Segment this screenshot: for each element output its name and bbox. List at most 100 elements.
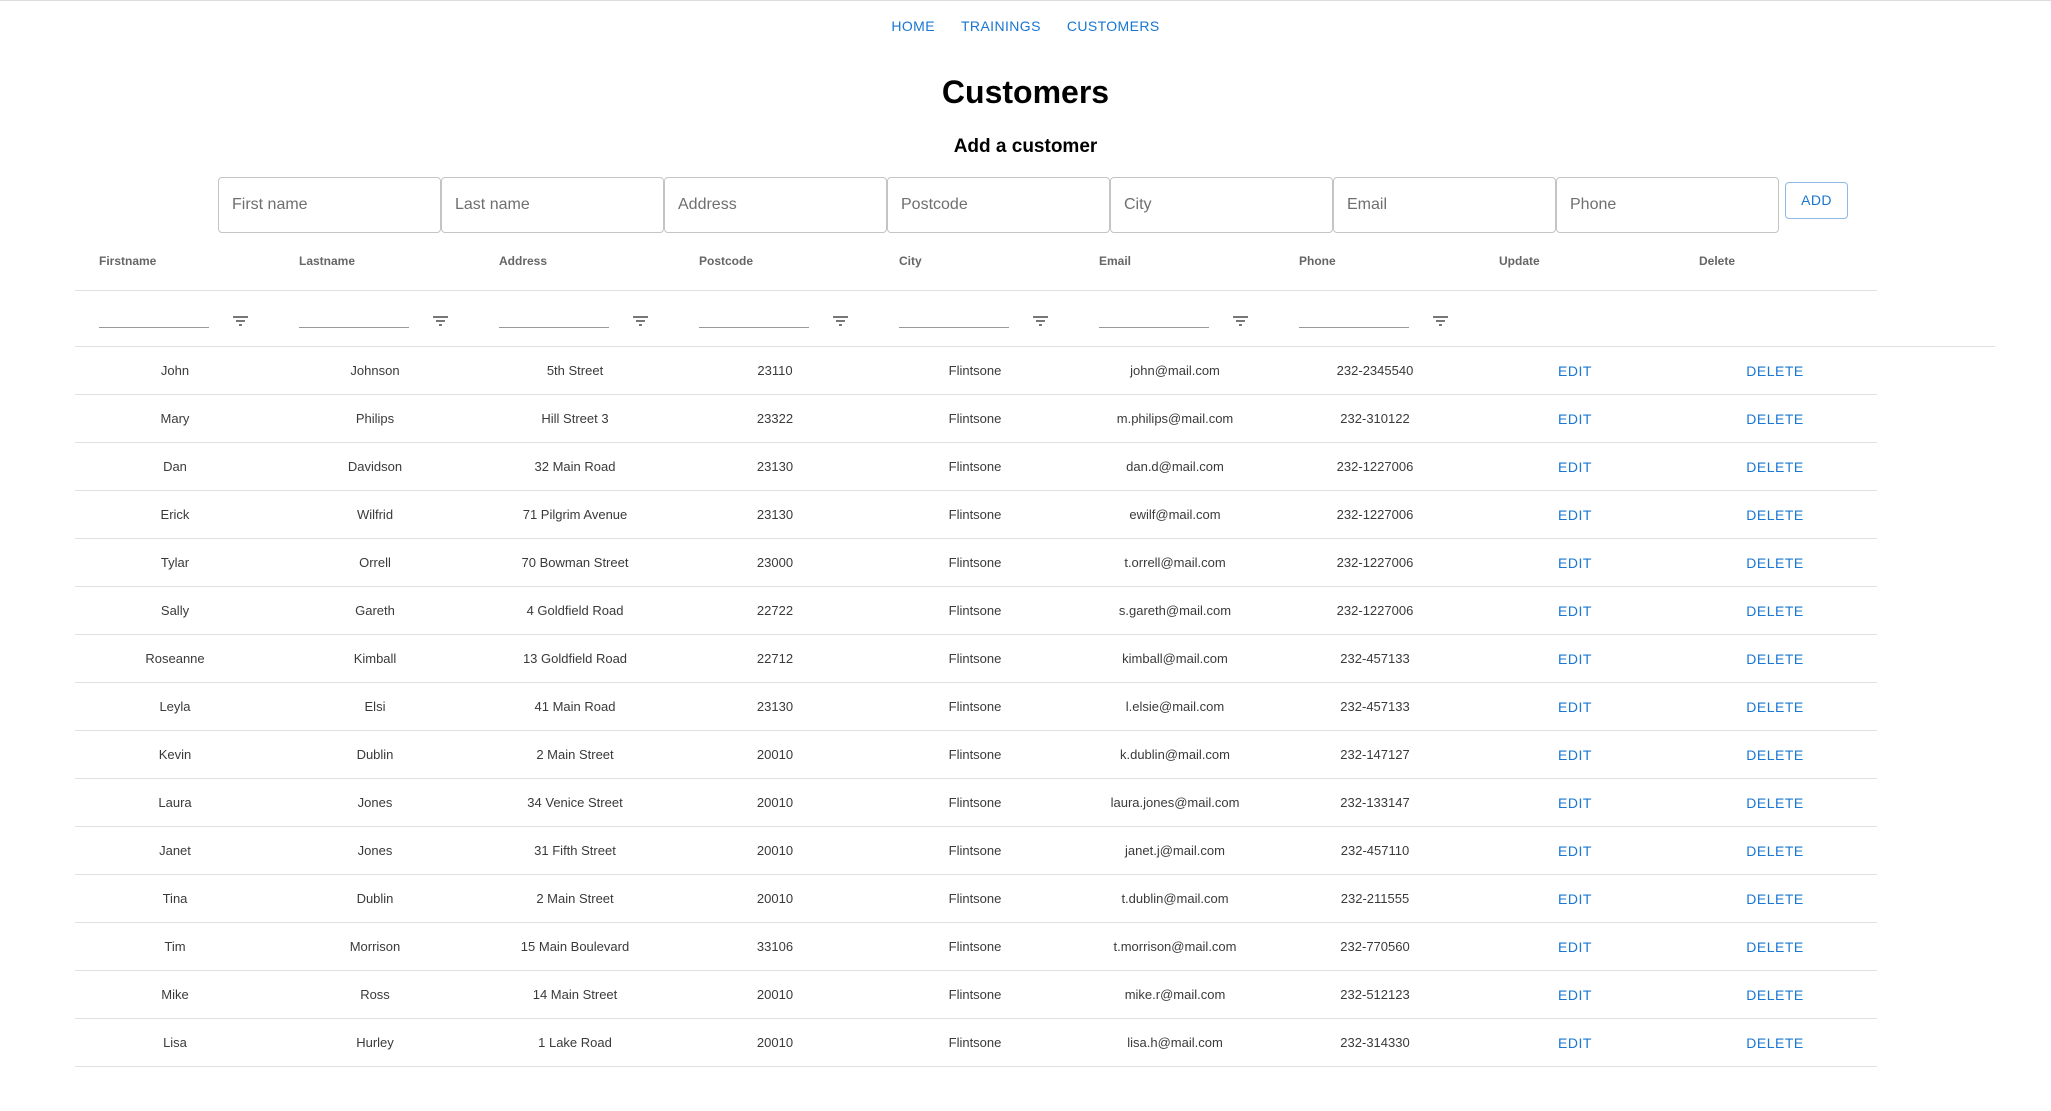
filter-input[interactable] [299,327,409,328]
edit-button[interactable]: EDIT [1475,1019,1675,1066]
delete-button[interactable]: DELETE [1675,875,1875,922]
filter-input[interactable] [1299,327,1409,328]
cell-phone: 232-314330 [1340,1035,1410,1050]
nav-trainings-link[interactable]: TRAININGS [961,14,1041,38]
cell-email: t.orrell@mail.com [1124,555,1226,570]
delete-button[interactable]: DELETE [1675,1019,1875,1066]
last-name-input[interactable] [441,177,664,233]
filter-icon[interactable] [433,316,448,327]
cell-email: lisa.h@mail.com [1127,1035,1223,1050]
filter-icon[interactable] [833,316,848,327]
cell-lastname: Dublin [356,747,394,762]
column-header-phone[interactable]: Phone [1275,240,1475,290]
delete-button[interactable]: DELETE [1675,347,1875,394]
edit-button[interactable]: EDIT [1475,731,1675,778]
table-row: Tylar Orrell 70 Bowman Street 23000 Flintson… [75,539,1877,587]
table-body: John Johnson 5th Street 23110 Flintsone john@… [75,347,1877,1067]
edit-button[interactable]: EDIT [1475,779,1675,826]
edit-button[interactable]: EDIT [1475,683,1675,730]
edit-button[interactable]: EDIT [1475,971,1675,1018]
delete-button[interactable]: DELETE [1675,779,1875,826]
cell-firstname: Erick [160,507,190,522]
edit-button[interactable]: EDIT [1475,923,1675,970]
column-header-address[interactable]: Address [475,240,675,290]
filter-input[interactable] [1099,327,1209,328]
filter-input[interactable] [499,327,609,328]
filter-icon[interactable] [1033,316,1048,327]
cell-postcode: 20010 [756,891,794,906]
edit-button[interactable]: EDIT [1475,587,1675,634]
cell-firstname: Lisa [163,1035,187,1050]
postcode-input[interactable] [887,177,1110,233]
top-border [0,0,2051,1]
delete-button[interactable]: DELETE [1675,587,1875,634]
delete-button[interactable]: DELETE [1675,443,1875,490]
cell-phone: 232-770560 [1340,939,1410,954]
column-header-delete[interactable]: Delete [1675,240,1875,290]
cell-firstname: Laura [158,795,192,810]
delete-button[interactable]: DELETE [1675,827,1875,874]
cell-email: t.morrison@mail.com [1113,939,1237,954]
cell-firstname: Mike [161,987,189,1002]
delete-button[interactable]: DELETE [1675,539,1875,586]
cell-city: Flintsone [948,795,1002,810]
filter-input[interactable] [99,327,209,328]
edit-button[interactable]: EDIT [1475,395,1675,442]
filter-icon[interactable] [233,316,248,327]
cell-lastname: Davidson [347,459,403,474]
cell-email: s.gareth@mail.com [1118,603,1232,618]
cell-address: 71 Pilgrim Avenue [522,507,628,522]
column-header-email[interactable]: Email [1075,240,1275,290]
delete-button[interactable]: DELETE [1675,923,1875,970]
edit-button[interactable]: EDIT [1475,347,1675,394]
filter-phone [1275,291,1475,346]
edit-button[interactable]: EDIT [1475,539,1675,586]
cell-lastname: Kimball [353,651,397,666]
cell-postcode: 20010 [756,1035,794,1050]
address-input[interactable] [664,177,887,233]
cell-firstname: Janet [159,843,191,858]
filter-icon[interactable] [1433,316,1448,327]
cell-postcode: 20010 [756,795,794,810]
nav-customers-link[interactable]: CUSTOMERS [1067,14,1160,38]
cell-firstname: Tim [164,939,186,954]
table-row: Roseanne Kimball 13 Goldfield Road 22712 Fli… [75,635,1877,683]
nav-home-link[interactable]: HOME [891,14,935,38]
column-header-update[interactable]: Update [1475,240,1675,290]
delete-button[interactable]: DELETE [1675,683,1875,730]
cell-phone: 232-147127 [1340,747,1410,762]
cell-lastname: Orrell [359,555,391,570]
cell-address: 13 Goldfield Road [522,651,628,666]
city-input[interactable] [1110,177,1333,233]
phone-input[interactable] [1556,177,1779,233]
cell-firstname: Tylar [160,555,190,570]
filter-input[interactable] [899,327,1009,328]
filter-icon[interactable] [633,316,648,327]
cell-email: laura.jones@mail.com [1110,795,1240,810]
filter-input[interactable] [699,327,809,328]
filter-email [1075,291,1275,346]
cell-email: m.philips@mail.com [1116,411,1234,426]
column-header-postcode[interactable]: Postcode [675,240,875,290]
cell-city: Flintsone [948,363,1002,378]
delete-button[interactable]: DELETE [1675,395,1875,442]
email-input[interactable] [1333,177,1556,233]
first-name-input[interactable] [218,177,441,233]
edit-button[interactable]: EDIT [1475,443,1675,490]
add-button[interactable]: ADD [1785,182,1848,219]
column-header-city[interactable]: City [875,240,1075,290]
filter-icon[interactable] [1233,316,1248,327]
delete-button[interactable]: DELETE [1675,635,1875,682]
delete-button[interactable]: DELETE [1675,491,1875,538]
column-header-firstname[interactable]: Firstname [75,240,275,290]
cell-city: Flintsone [948,651,1002,666]
delete-button[interactable]: DELETE [1675,971,1875,1018]
column-header-lastname[interactable]: Lastname [275,240,475,290]
edit-button[interactable]: EDIT [1475,875,1675,922]
delete-button[interactable]: DELETE [1675,731,1875,778]
add-customer-form [218,177,1779,233]
edit-button[interactable]: EDIT [1475,491,1675,538]
edit-button[interactable]: EDIT [1475,635,1675,682]
table-row: John Johnson 5th Street 23110 Flintsone john@… [75,347,1877,395]
edit-button[interactable]: EDIT [1475,827,1675,874]
